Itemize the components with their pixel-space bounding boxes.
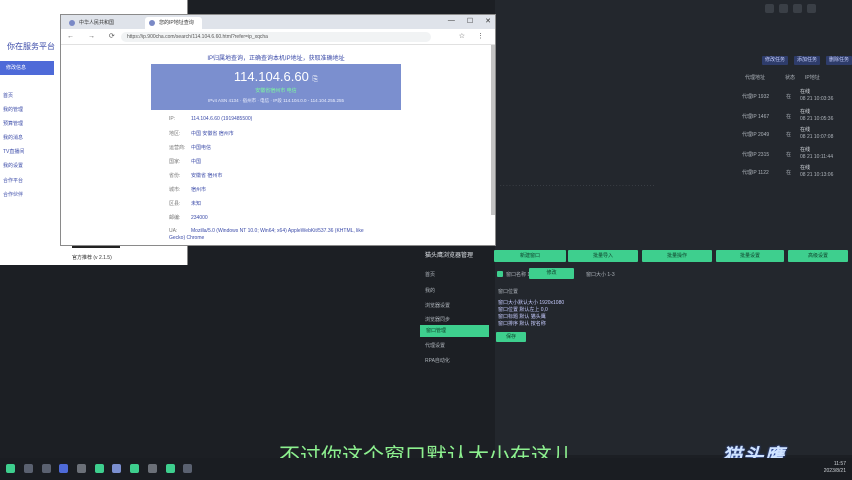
- edit-task-button[interactable]: 修改任务: [762, 56, 789, 65]
- app-icon[interactable]: [130, 464, 139, 473]
- ip-location: 安徽省宿州市 电信: [255, 88, 297, 94]
- table-row[interactable]: 代理IP 2049 在 在线 08 21 10:07:08: [742, 126, 842, 144]
- tab-strip: 中华人民共和国 您的IP地址查询 — ☐ ✕: [61, 15, 495, 29]
- sidebar-item[interactable]: 合作伙伴: [3, 191, 23, 198]
- info-row: IP: 114.104.6.60 (1919485500): [169, 116, 253, 122]
- scrollbar[interactable]: [491, 45, 495, 215]
- side-item-rpa[interactable]: RPA自动化: [425, 357, 450, 364]
- tab-batch-import[interactable]: 批量导入: [568, 250, 638, 262]
- close-icon[interactable]: [807, 4, 816, 13]
- config-line: 窗口位置 默认左上 0,0: [498, 307, 548, 313]
- column-header-ip[interactable]: IP地址: [805, 74, 820, 81]
- add-task-button[interactable]: 添加任务: [794, 56, 821, 65]
- column-header-proxy[interactable]: 代理地址: [745, 74, 765, 81]
- taskview-icon[interactable]: [42, 464, 51, 473]
- app-icon[interactable]: [77, 464, 86, 473]
- favicon-icon: [149, 20, 155, 26]
- info-row: 省份: 安徽省 宿州市: [169, 173, 223, 179]
- side-item-browser-settings[interactable]: 浏览器设置: [425, 302, 450, 309]
- dark-app-window: 修改任务 添加任务 删除任务 代理地址 状态 IP地址 代理IP 1932 在 …: [495, 0, 852, 455]
- sidebar-item[interactable]: 我的消息: [3, 134, 23, 141]
- info-row: UA: Mozilla/5.0 (Windows NT 10.0; Win64; …: [169, 228, 364, 241]
- sidebar-item[interactable]: 我的设置: [3, 162, 23, 169]
- save-button[interactable]: 保存: [496, 332, 526, 342]
- side-item-browser-sync[interactable]: 浏览器同步: [425, 316, 450, 323]
- start-icon[interactable]: [6, 464, 15, 473]
- panel-title: 猫头鹰浏览器管理: [425, 253, 474, 259]
- nav-buttons-icon[interactable]: ← → ⟳: [67, 32, 121, 40]
- side-item-mine[interactable]: 我的: [425, 287, 435, 294]
- table-row[interactable]: 代理IP 2315 在 在线 08 21 10:11:44: [742, 146, 842, 164]
- minimize-icon[interactable]: [779, 4, 788, 13]
- edit-button[interactable]: 修改: [529, 268, 574, 279]
- browser-window: 中华人民共和国 您的IP地址查询 — ☐ ✕ ← → ⟳ https://ip.…: [60, 14, 496, 246]
- side-item-window-manage[interactable]: 窗口管理: [420, 325, 489, 337]
- tab-batch-settings[interactable]: 批量设置: [716, 250, 784, 262]
- footer-text: 官方推荐 (v 2.1.5): [72, 255, 112, 261]
- info-row: 城市: 宿州市: [169, 187, 207, 193]
- sidebar-item[interactable]: 预算管理: [3, 120, 23, 127]
- app-icon[interactable]: [148, 464, 157, 473]
- sidebar-item[interactable]: 首页: [3, 92, 13, 99]
- taskbar: 11:57 2023/8/21: [0, 458, 852, 480]
- info-row: 运营商: 中国电信: [169, 145, 212, 151]
- settings-icon[interactable]: [765, 4, 774, 13]
- sidebar-item[interactable]: 我的管理: [3, 106, 23, 113]
- sidebar-item[interactable]: 合作平台: [3, 177, 23, 184]
- info-row: 地区: 中国 安徽省 宿州市: [169, 131, 234, 137]
- maximize-icon[interactable]: [793, 4, 802, 13]
- address-bar: ← → ⟳ https://ip.900cha.com/search/114.1…: [61, 29, 495, 45]
- app-icon[interactable]: [183, 464, 192, 473]
- info-row: 区县: 未知: [169, 201, 202, 207]
- sidebar-item[interactable]: TV直播间: [3, 148, 24, 155]
- info-row: 国家: 中国: [169, 159, 202, 165]
- page-title: 你在服务平台: [7, 42, 55, 51]
- config-line: 窗口大小默认大小 1920x1080: [498, 300, 565, 306]
- ip-result-box: 114.104.6.60 ⎘ 安徽省宿州市 电信 IPv4 ASN 4134 ·…: [151, 64, 401, 110]
- column-header-status[interactable]: 状态: [785, 74, 795, 81]
- config-line: 窗口标题 默认 猫头鹰: [498, 314, 546, 320]
- ip-extra: IPv4 ASN 4134 · 宿州市 · 电信 · IP段 114.104.0…: [208, 98, 344, 103]
- side-item-proxy[interactable]: 代理设置: [425, 342, 445, 349]
- app-icon[interactable]: [95, 464, 104, 473]
- app-icon[interactable]: [112, 464, 121, 473]
- notice-text: IP归属地查询，正确查询本机IP地址，获取准确地址: [207, 56, 345, 62]
- close-icon[interactable]: ✕: [485, 17, 491, 25]
- table-row[interactable]: 代理IP 1932 在 在线 08 21 10:03:36: [742, 88, 842, 106]
- url-input[interactable]: https://ip.900cha.com/search/114.104.6.6…: [121, 32, 431, 42]
- ip-address: 114.104.6.60: [233, 69, 309, 84]
- window-controls: — ☐ ✕: [448, 17, 491, 25]
- search-icon[interactable]: [24, 464, 33, 473]
- side-item-home[interactable]: 首页: [425, 271, 435, 278]
- config-line: 窗口排序 默认 按名称: [498, 321, 546, 327]
- window-position-label: 窗口位置: [498, 289, 519, 295]
- tab-advanced[interactable]: 高级设置: [788, 250, 848, 262]
- system-clock[interactable]: 11:57 2023/8/21: [824, 461, 846, 475]
- table-row[interactable]: 代理IP 1467 在 在线 08 21 10:05:36: [742, 108, 842, 126]
- app-icon[interactable]: [59, 464, 68, 473]
- info-row: 邮编: 234000: [169, 215, 208, 221]
- checkbox-icon[interactable]: [497, 271, 503, 277]
- window-size-label: 窗口大小 1-3: [586, 272, 615, 278]
- copy-icon[interactable]: ⎘: [312, 76, 318, 83]
- tab-new-window[interactable]: 新建窗口: [494, 250, 566, 262]
- favicon-icon: [69, 20, 75, 26]
- table-row[interactable]: 代理IP 1122 在 在线 08 21 10:13:06: [742, 164, 842, 182]
- dark-app-toolbar: [765, 4, 816, 13]
- delete-task-button[interactable]: 删除任务: [826, 56, 852, 65]
- app-icon[interactable]: [166, 464, 175, 473]
- tab-batch-ops[interactable]: 批量操作: [642, 250, 712, 262]
- browser-tab-active[interactable]: 您的IP地址查询: [145, 17, 202, 29]
- minimize-icon[interactable]: —: [448, 17, 455, 25]
- browser-tab[interactable]: 中华人民共和国: [65, 17, 122, 29]
- maximize-icon[interactable]: ☐: [467, 17, 473, 25]
- bookmark-menu-icon[interactable]: ☆ ⋮: [459, 32, 489, 40]
- modify-info-button[interactable]: 修改信息: [0, 61, 54, 75]
